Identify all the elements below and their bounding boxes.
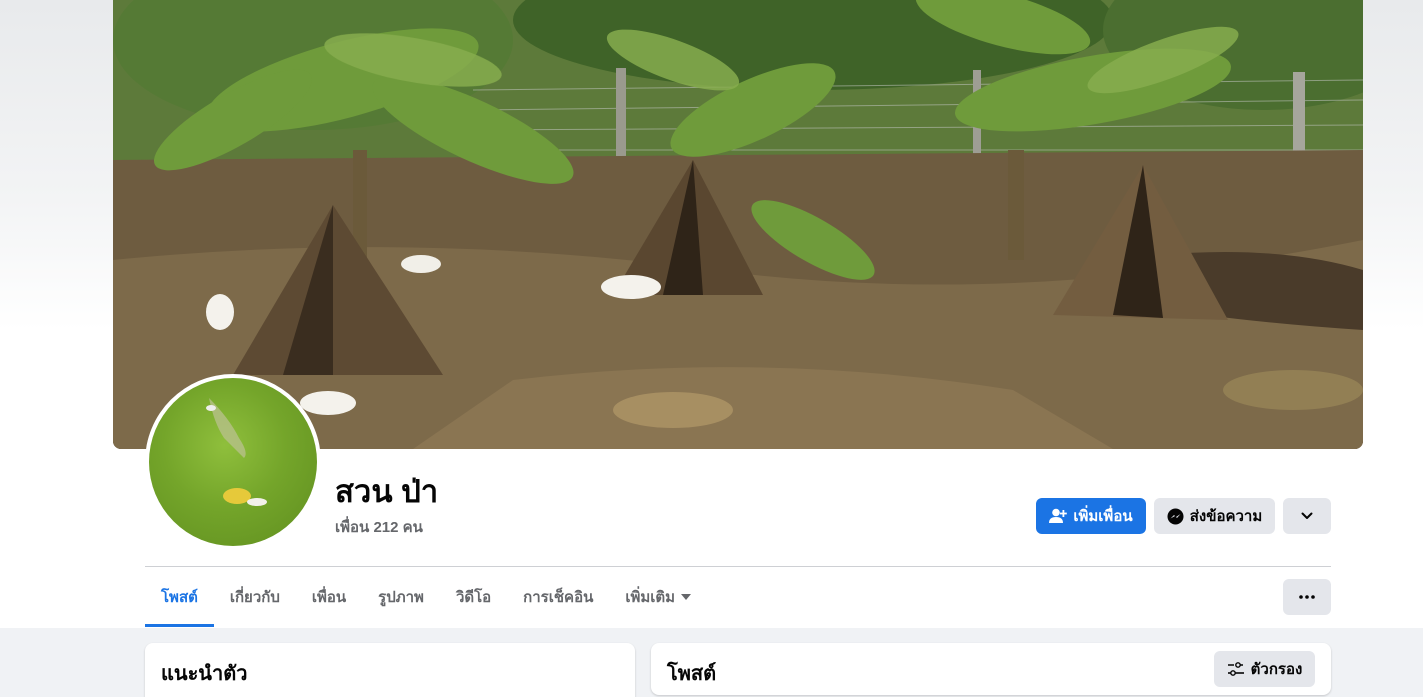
tab-label: เกี่ยวกับ	[229, 589, 280, 606]
tab-label: การเช็คอิน	[523, 589, 594, 606]
intro-card: แนะนำตัว	[145, 643, 635, 697]
tab-friends[interactable]: เพื่อน	[296, 567, 362, 627]
tab-label: โพสต์	[161, 589, 198, 606]
messenger-icon	[1167, 508, 1184, 524]
message-button[interactable]: ส่งข้อความ	[1154, 498, 1275, 534]
filter-icon	[1227, 662, 1244, 676]
message-label: ส่งข้อความ	[1189, 508, 1263, 525]
posts-card: โพสต์ ตัวกรอง	[651, 643, 1331, 695]
tab-label: เพื่อน	[311, 589, 347, 606]
add-friend-label: เพิ่มเพื่อน	[1073, 508, 1133, 525]
avatar-photo	[149, 378, 317, 546]
add-friend-icon	[1049, 508, 1068, 523]
intro-title: แนะนำตัว	[161, 663, 248, 685]
tab-videos[interactable]: วิดีโอ	[440, 567, 507, 627]
profile-tabs: โพสต์ เกี่ยวกับ เพื่อน รูปภาพ วิดีโอ การ…	[145, 567, 707, 627]
filter-button[interactable]: ตัวกรอง	[1214, 651, 1315, 687]
cover-photo[interactable]	[113, 0, 1363, 449]
tab-label: วิดีโอ	[455, 589, 492, 606]
add-friend-button[interactable]: เพิ่มเพื่อน	[1036, 498, 1146, 534]
chevron-down-icon	[1301, 512, 1313, 519]
tab-checkins[interactable]: การเช็คอิน	[507, 567, 609, 627]
tabs-more-options-button[interactable]	[1283, 579, 1331, 615]
cover-photo-illustration	[113, 0, 1363, 449]
tab-label: เพิ่มเติม	[625, 589, 676, 606]
more-options-button[interactable]	[1283, 498, 1331, 534]
tab-photos[interactable]: รูปภาพ	[362, 567, 440, 627]
profile-avatar[interactable]	[145, 374, 321, 550]
tab-about[interactable]: เกี่ยวกับ	[214, 567, 296, 627]
tab-posts[interactable]: โพสต์	[145, 567, 214, 627]
profile-name: สวน ป่า	[335, 474, 439, 509]
ellipsis-icon	[1299, 595, 1315, 599]
tab-more[interactable]: เพิ่มเติม	[609, 567, 707, 627]
caret-down-icon	[681, 594, 692, 600]
posts-title: โพสต์	[667, 663, 717, 685]
friends-count[interactable]: เพื่อน 212 คน	[335, 515, 423, 539]
filter-label: ตัวกรอง	[1250, 661, 1303, 678]
tab-label: รูปภาพ	[378, 589, 424, 606]
